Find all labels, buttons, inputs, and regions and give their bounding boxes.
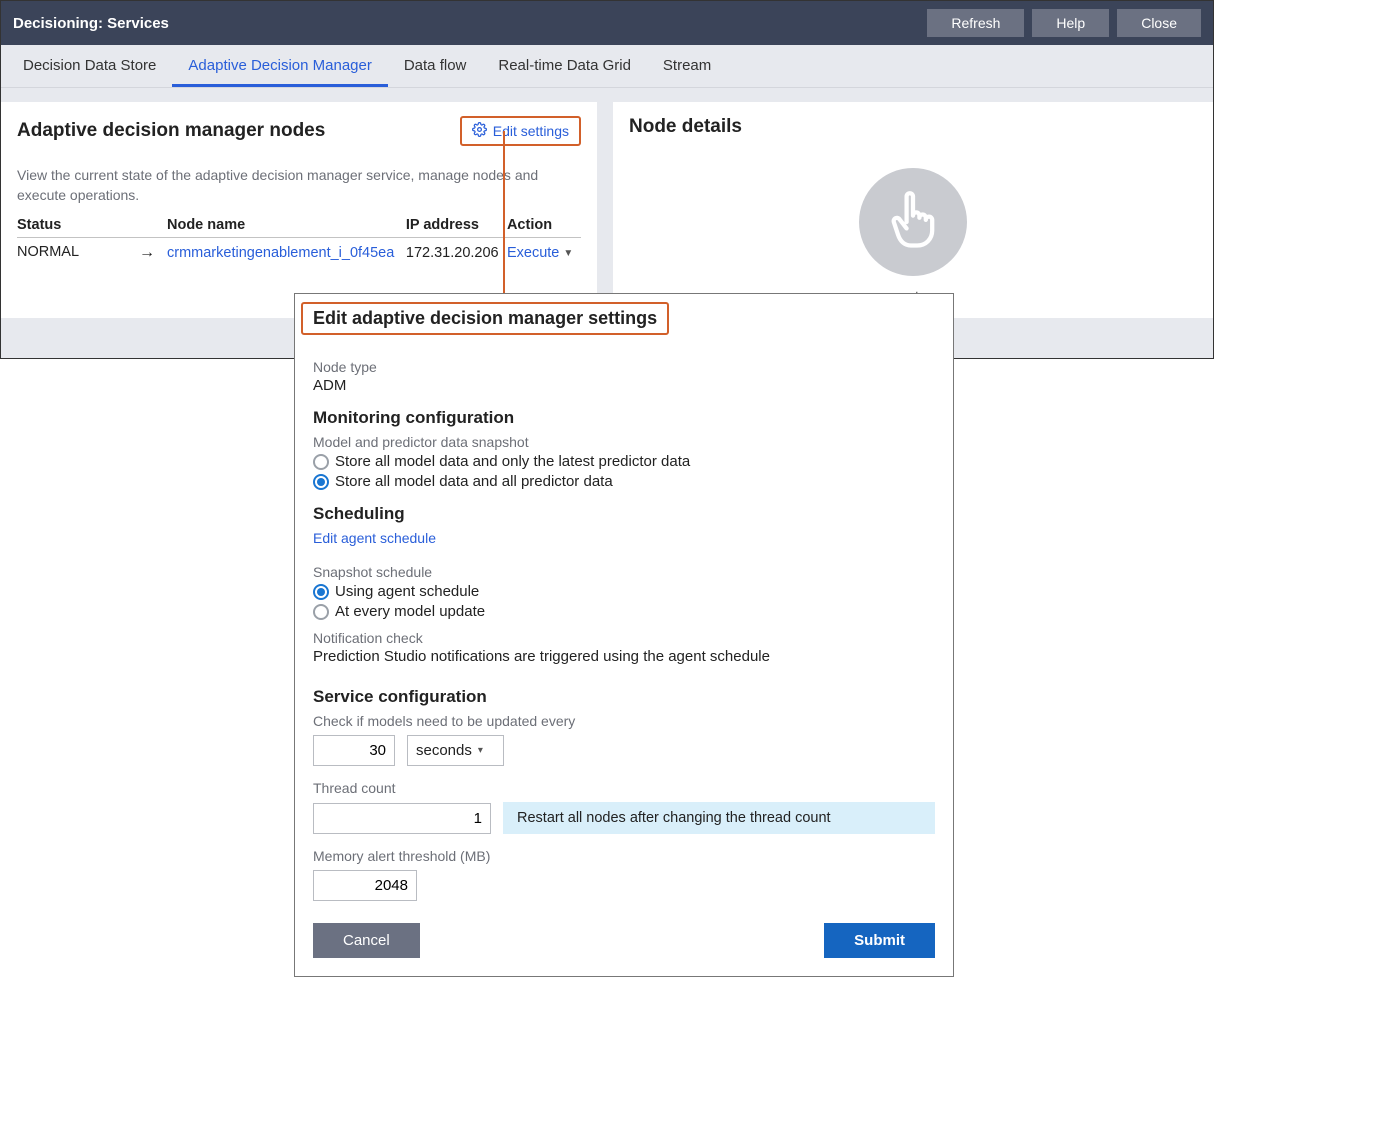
node-details-title: Node details	[629, 116, 1197, 138]
node-name-link[interactable]: crmmarketingenablement_i_0f45ea	[167, 245, 394, 261]
node-type-value: ADM	[313, 377, 935, 394]
memory-threshold-label: Memory alert threshold (MB)	[313, 848, 935, 864]
execute-action[interactable]: Execute ▼	[507, 245, 573, 261]
node-details-panel: Node details et	[613, 102, 1213, 318]
tab-data-flow[interactable]: Data flow	[388, 45, 483, 87]
col-action: Action	[507, 213, 581, 238]
monitoring-heading: Monitoring configuration	[313, 408, 935, 428]
help-button[interactable]: Help	[1032, 9, 1109, 37]
execute-label: Execute	[507, 245, 559, 261]
app-header: Decisioning: Services Refresh Help Close	[1, 1, 1213, 45]
node-type-label: Node type	[313, 359, 935, 375]
radio-label: Using agent schedule	[335, 583, 479, 600]
page-title: Decisioning: Services	[13, 15, 919, 32]
memory-threshold-input[interactable]	[313, 870, 417, 901]
callout-connector	[503, 131, 505, 301]
radio-icon	[313, 454, 329, 470]
radio-label: Store all model data and all predictor d…	[335, 473, 613, 490]
edit-agent-schedule-link[interactable]: Edit agent schedule	[313, 530, 436, 546]
notification-check-label: Notification check	[313, 630, 935, 646]
submit-button[interactable]: Submit	[824, 923, 935, 958]
tab-stream[interactable]: Stream	[647, 45, 727, 87]
col-ip: IP address	[406, 213, 507, 238]
status-value: NORMAL	[17, 244, 79, 260]
radio-checked-icon	[313, 584, 329, 600]
table-row: NORMAL → crmmarketingenablement_i_0f45ea…	[17, 238, 581, 269]
update-interval-label: Check if models need to be updated every	[313, 713, 935, 729]
gear-icon	[472, 122, 487, 140]
chevron-down-icon: ▼	[563, 248, 573, 259]
radio-label: At every model update	[335, 603, 485, 620]
notification-check-text: Prediction Studio notifications are trig…	[313, 648, 935, 665]
col-node-name: Node name	[167, 213, 406, 238]
pointer-hand-icon	[859, 168, 967, 276]
nodes-table: Status Node name IP address Action NORMA…	[17, 213, 581, 268]
radio-snapshot-all[interactable]: Store all model data and all predictor d…	[313, 473, 935, 490]
radio-agent-schedule[interactable]: Using agent schedule	[313, 583, 935, 600]
service-config-heading: Service configuration	[313, 687, 935, 707]
select-value: seconds	[416, 742, 472, 759]
tab-decision-data-store[interactable]: Decision Data Store	[7, 45, 172, 87]
update-unit-select[interactable]: seconds ▾	[407, 735, 504, 766]
nodes-panel-description: View the current state of the adaptive d…	[17, 166, 581, 205]
radio-label: Store all model data and only the latest…	[335, 453, 690, 470]
close-button[interactable]: Close	[1117, 9, 1201, 37]
nodes-panel-title: Adaptive decision manager nodes	[17, 120, 460, 142]
radio-icon	[313, 604, 329, 620]
thread-count-label: Thread count	[313, 780, 935, 796]
nodes-panel: Adaptive decision manager nodes Edit set…	[1, 102, 597, 318]
thread-count-input[interactable]	[313, 803, 491, 834]
scheduling-heading: Scheduling	[313, 504, 935, 524]
thread-warning-banner: Restart all nodes after changing the thr…	[503, 802, 935, 834]
update-interval-input[interactable]	[313, 735, 395, 766]
cancel-button[interactable]: Cancel	[313, 923, 420, 958]
refresh-button[interactable]: Refresh	[927, 9, 1024, 37]
modal-title: Edit adaptive decision manager settings	[313, 308, 657, 329]
col-status: Status	[17, 213, 167, 238]
radio-snapshot-latest[interactable]: Store all model data and only the latest…	[313, 453, 935, 470]
ip-value: 172.31.20.206	[406, 238, 507, 269]
edit-settings-button[interactable]: Edit settings	[460, 116, 581, 146]
arrow-right-icon: →	[139, 244, 155, 262]
edit-settings-modal: Edit adaptive decision manager settings …	[294, 293, 954, 977]
radio-checked-icon	[313, 474, 329, 490]
tab-adaptive-decision-manager[interactable]: Adaptive Decision Manager	[172, 45, 387, 87]
tab-real-time-data-grid[interactable]: Real-time Data Grid	[482, 45, 647, 87]
snapshot-label: Model and predictor data snapshot	[313, 434, 935, 450]
tab-bar: Decision Data Store Adaptive Decision Ma…	[1, 45, 1213, 88]
chevron-down-icon: ▾	[478, 745, 483, 756]
radio-every-update[interactable]: At every model update	[313, 603, 935, 620]
snapshot-schedule-label: Snapshot schedule	[313, 564, 935, 580]
